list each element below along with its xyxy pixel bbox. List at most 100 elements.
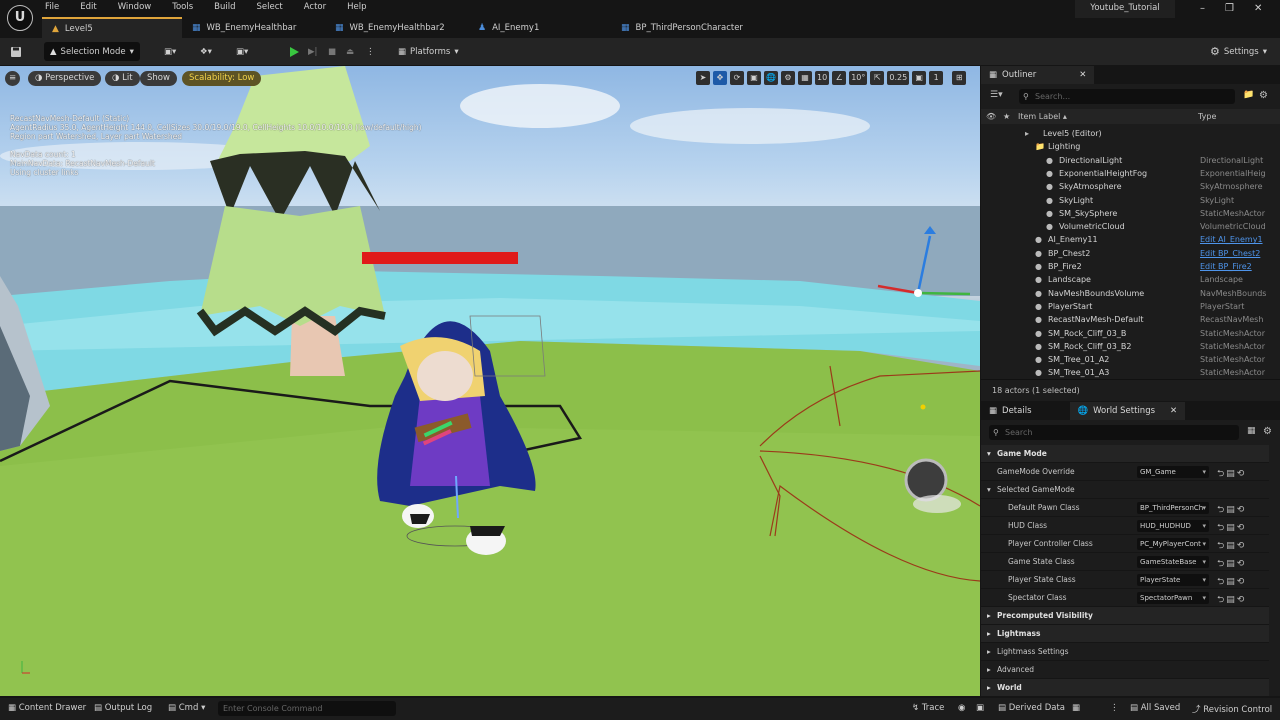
filter-icon[interactable]: ☰▾ — [990, 90, 1003, 100]
tab-wb_enemyhealthbar[interactable]: ▦ WB_EnemyHealthbar — [182, 17, 325, 38]
outliner-row[interactable]: ● RecastNavMesh-Default RecastNavMesh — [981, 313, 1269, 326]
translate-tool-icon[interactable]: ✥ — [713, 71, 727, 85]
outliner-row[interactable]: ● SkyLight SkyLight — [981, 194, 1269, 207]
unreal-logo-icon[interactable]: U — [7, 5, 33, 31]
trace-button[interactable]: ↯ Trace — [912, 703, 944, 713]
chevron-right-icon[interactable]: ▸ — [987, 661, 991, 679]
class-picker-dropdown[interactable]: PlayerState — [1137, 574, 1209, 586]
add-folder-icon[interactable]: 📁 — [1243, 90, 1254, 100]
outliner-row[interactable]: ● BP_Fire2 Edit BP_Fire2 — [981, 260, 1269, 273]
outliner-row[interactable]: 📁 Lighting — [981, 140, 1269, 153]
minimize-button[interactable]: – — [1200, 3, 1205, 14]
world-settings-tab[interactable]: 🌐 World Settings ✕ — [1069, 402, 1186, 420]
scale-snap-icon[interactable]: ⇱ — [870, 71, 885, 85]
add-actor-button[interactable]: ▣▾ — [164, 42, 176, 61]
record-icon[interactable]: ◉ — [958, 703, 965, 713]
outliner-row[interactable]: ● SM_Tree_01_A2 StaticMeshActor — [981, 353, 1269, 366]
tab-bp_thirdpersoncharacter[interactable]: ▦ BP_ThirdPersonCharacter — [611, 17, 754, 38]
details-category[interactable]: ▾ Game Mode — [981, 445, 1269, 463]
content-drawer-button[interactable]: ▦ Content Drawer — [8, 703, 86, 713]
rotation-snap-value[interactable]: 10° — [849, 71, 868, 85]
maximize-viewport-icon[interactable]: ⊞ — [952, 71, 967, 85]
eject-button[interactable]: ⏏ — [346, 42, 354, 61]
select-tool-icon[interactable]: ➤ — [696, 71, 710, 85]
tab-wb_enemyhealthbar2[interactable]: ▦ WB_EnemyHealthbar2 — [325, 17, 468, 38]
show-button[interactable]: Show — [140, 71, 177, 86]
camera-speed-icon[interactable]: ▣ — [912, 71, 927, 85]
chevron-right-icon[interactable]: ▸ — [987, 643, 991, 661]
outliner-search-input[interactable]: ⚲ Search... — [1019, 89, 1235, 104]
chevron-right-icon[interactable]: ▸ — [987, 679, 991, 697]
edit-blueprint-link[interactable]: Edit BP_Chest2 — [1200, 247, 1266, 260]
camera-icon[interactable]: ▣ — [976, 703, 984, 713]
tab-level5[interactable]: ▲ Level5 — [42, 17, 182, 38]
menu-help[interactable]: Help — [347, 2, 375, 14]
scale-tool-icon[interactable]: ▣ — [747, 71, 761, 85]
details-category[interactable]: ▸ World — [981, 679, 1269, 697]
chevron-down-icon[interactable]: ▾ — [987, 481, 991, 499]
blueprints-button[interactable]: ❖▾ — [200, 42, 212, 61]
details-category[interactable]: ▸ Precomputed Visibility — [981, 607, 1269, 625]
details-search-input[interactable]: ⚲ Search — [989, 425, 1239, 440]
close-window-button[interactable]: ✕ — [1254, 3, 1262, 14]
rotate-tool-icon[interactable]: ⟳ — [730, 71, 744, 85]
outliner-row[interactable]: ▸ Level5 (Editor) — [981, 127, 1269, 140]
outliner-row[interactable]: ● DirectionalLight DirectionalLight — [981, 154, 1269, 167]
cinematics-button[interactable]: ▣▾ — [236, 42, 248, 61]
cmd-dropdown[interactable]: ▤ Cmd ▾ — [168, 703, 205, 713]
details-property-row[interactable]: ▸ Lightmass Settings — [981, 643, 1269, 661]
edit-blueprint-link[interactable]: Edit BP_Fire2 — [1200, 260, 1266, 273]
details-tab[interactable]: ▦ Details — [981, 402, 1040, 420]
advance-frame-button[interactable]: ▶| — [308, 42, 317, 61]
maximize-button[interactable]: ❒ — [1225, 3, 1234, 14]
class-picker-dropdown[interactable]: GameStateBase — [1137, 556, 1209, 568]
derived-data-button[interactable]: ▤ Derived Data — [998, 703, 1065, 713]
chevron-right-icon[interactable]: ▸ — [987, 607, 991, 625]
class-picker-dropdown[interactable]: GM_Game — [1137, 466, 1209, 478]
menu-file[interactable]: File — [45, 2, 68, 14]
console-input[interactable]: Enter Console Command — [218, 701, 396, 716]
platforms-dropdown[interactable]: ▦ Platforms ▾ — [398, 42, 459, 61]
level-viewport[interactable]: ≡ ◑ Perspective ◑ Lit Show Scalability: … — [0, 66, 980, 696]
selection-mode-dropdown[interactable]: ▲ Selection Mode ▾ — [44, 42, 140, 61]
outliner-row[interactable]: ● VolumetricCloud VolumetricCloud — [981, 220, 1269, 233]
lit-button[interactable]: ◑ Lit — [105, 71, 140, 86]
play-options-button[interactable]: ⋮ — [366, 42, 375, 61]
settings-button[interactable]: ⚙ Settings ▾ — [1210, 42, 1267, 61]
outliner-row[interactable]: ● AI_Enemy11 Edit AI_Enemy1 — [981, 233, 1269, 246]
outliner-row[interactable]: ● SkyAtmosphere SkyAtmosphere — [981, 180, 1269, 193]
class-picker-dropdown[interactable]: SpectatorPawn — [1137, 592, 1209, 604]
outliner-row[interactable]: ● SM_Rock_Cliff_03_B StaticMeshActor — [981, 327, 1269, 340]
camera-speed-value[interactable]: 1 — [929, 71, 944, 85]
menu-select[interactable]: Select — [257, 2, 292, 14]
scalability-button[interactable]: Scalability: Low — [182, 71, 262, 86]
outliner-row[interactable]: ● ExponentialHeightFog ExponentialHeightFo… — [981, 167, 1269, 180]
grid-snap-icon[interactable]: ▦ — [798, 71, 812, 85]
source-control-icon[interactable]: ▦ — [1072, 703, 1080, 713]
save-icon[interactable] — [10, 42, 22, 61]
class-picker-dropdown[interactable]: PC_MyPlayerCont — [1137, 538, 1209, 550]
viewport-menu-button[interactable]: ≡ — [5, 71, 21, 86]
play-button[interactable] — [288, 42, 300, 61]
edit-blueprint-link[interactable]: Edit AI_Enemy1 — [1200, 233, 1266, 246]
output-log-button[interactable]: ▤ Output Log — [94, 703, 152, 713]
outliner-row[interactable]: ● NavMeshBoundsVolume NavMeshBoundsVolume — [981, 287, 1269, 300]
menu-actor[interactable]: Actor — [304, 2, 335, 14]
gear-icon[interactable]: ⚙ — [1259, 90, 1268, 101]
column-item-label[interactable]: Item Label ▴ — [1018, 109, 1067, 124]
outliner-row[interactable]: ● SM_Rock_Cliff_03_B2 StaticMeshActor — [981, 340, 1269, 353]
menu-edit[interactable]: Edit — [80, 2, 105, 14]
class-picker-dropdown[interactable]: HUD_HUDHUD — [1137, 520, 1209, 532]
column-type[interactable]: Type — [1198, 109, 1216, 124]
class-picker-dropdown[interactable]: BP_ThirdPersonCh — [1137, 502, 1209, 514]
close-icon[interactable]: ✕ — [1170, 406, 1177, 416]
details-category[interactable]: ▸ Lightmass — [981, 625, 1269, 643]
outliner-row[interactable]: ● PlayerStart PlayerStart — [981, 300, 1269, 313]
grid-view-icon[interactable]: ▦ — [1247, 426, 1256, 436]
stop-button[interactable]: ■ — [328, 42, 336, 61]
revision-control-button[interactable]: ⤴ Revision Control — [1192, 703, 1272, 715]
menu-tools[interactable]: Tools — [172, 2, 202, 14]
outliner-row[interactable]: ● BP_Chest2 Edit BP_Chest2 — [981, 247, 1269, 260]
chevron-right-icon[interactable]: ▸ — [987, 625, 991, 643]
tab-ai_enemy1[interactable]: ♟ AI_Enemy1 — [468, 17, 611, 38]
